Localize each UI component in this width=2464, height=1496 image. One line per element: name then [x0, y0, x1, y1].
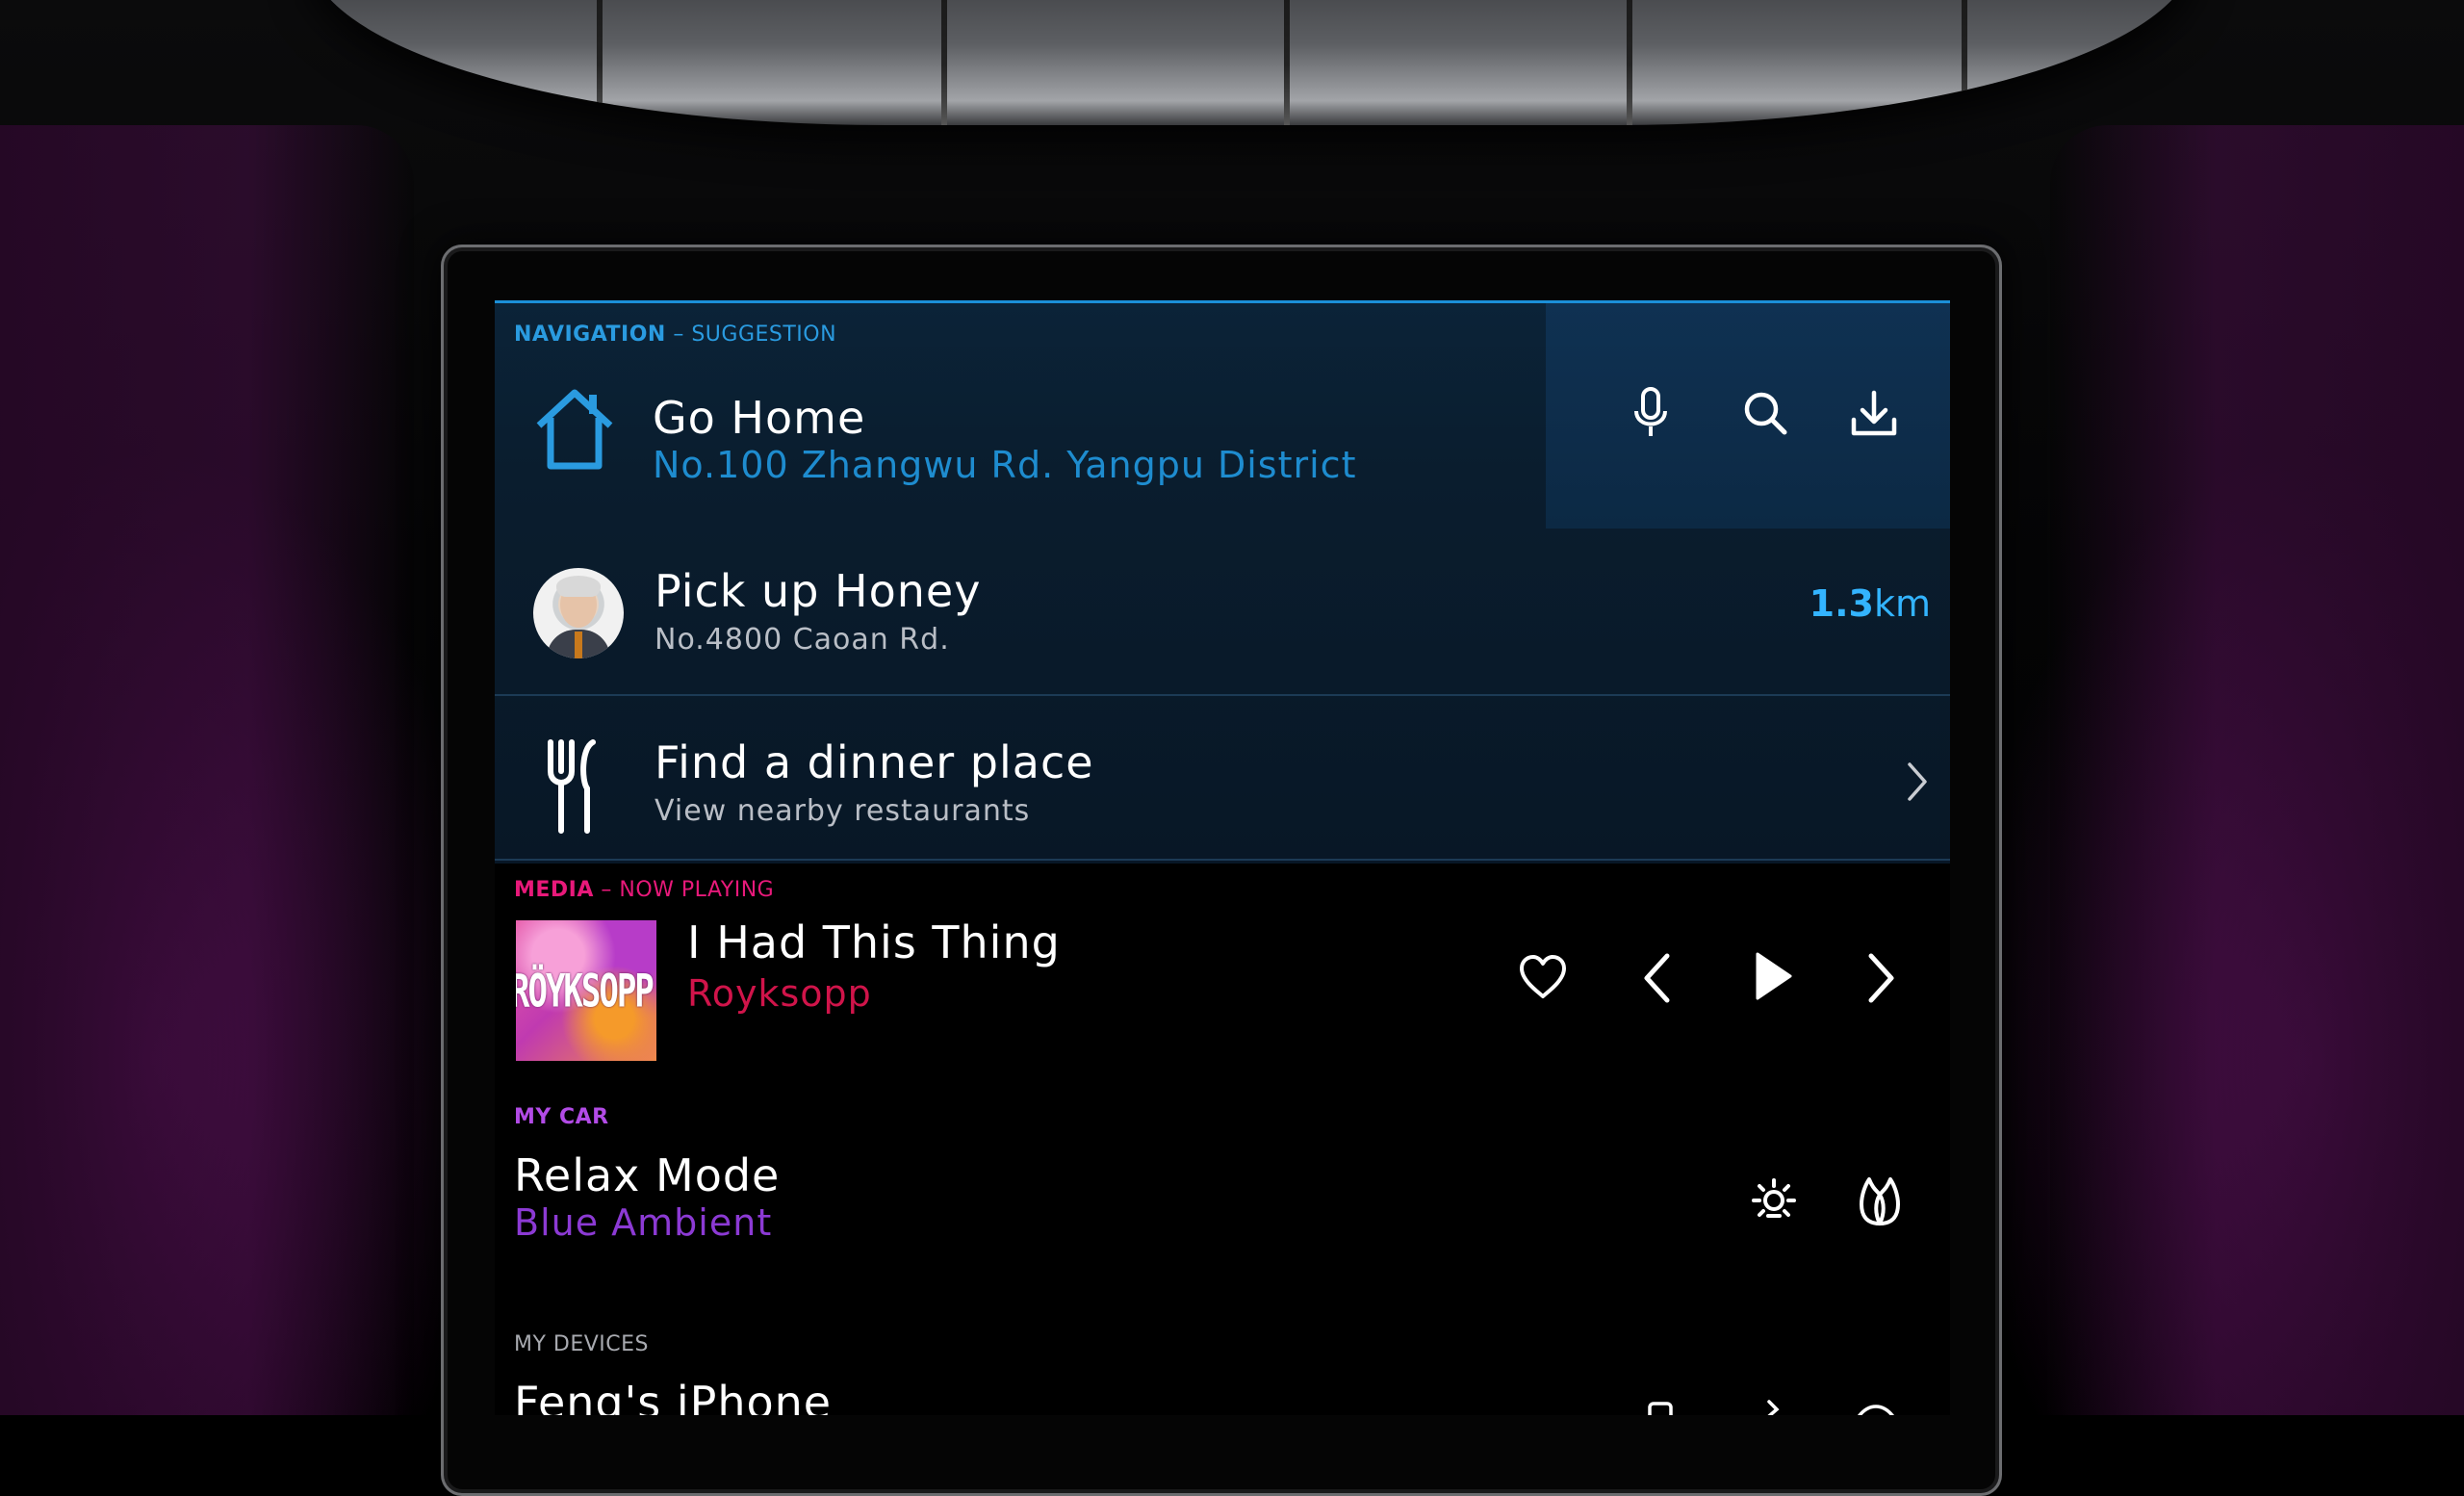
next-icon[interactable] [1865, 951, 1898, 1005]
my-car-label: MY CAR [514, 1105, 609, 1129]
car-mode-title: Relax Mode [514, 1149, 781, 1201]
distance-unit: km [1873, 582, 1931, 625]
distance-value: 1.3 [1809, 582, 1874, 625]
go-home-title: Go Home [653, 392, 866, 444]
previous-icon[interactable] [1640, 951, 1673, 1005]
pickup-title: Pick up Honey [654, 565, 982, 617]
car-ambient-subtitle: Blue Ambient [514, 1201, 773, 1244]
microphone-icon[interactable] [1629, 386, 1673, 440]
track-title: I Had This Thing [687, 916, 1061, 968]
fork-knife-icon [545, 738, 603, 835]
left-door-ambient-light [0, 125, 414, 1415]
right-door-ambient-light [2050, 125, 2464, 1415]
nav-card-bottom-border [495, 859, 1950, 861]
light-icon[interactable] [1748, 1176, 1800, 1228]
dinner-item[interactable]: Find a dinner place View nearby restaura… [495, 696, 1950, 864]
track-artist: Royksopp [687, 972, 872, 1015]
media-label: MEDIA [514, 878, 594, 902]
pickup-distance: 1.3km [1810, 582, 1931, 625]
device-name[interactable]: Feng's iPhone [514, 1377, 832, 1415]
house-icon [531, 380, 618, 477]
album-art[interactable]: RÖYKSOPP [516, 920, 656, 1061]
infotainment-screen: NAVIGATION – SUGGESTION Go Home No.100 Z… [495, 300, 1950, 1415]
go-home-item[interactable]: Go Home No.100 Zhangwu Rd. Yangpu Distri… [495, 342, 1546, 525]
scent-icon[interactable] [1856, 1174, 1904, 1228]
chevron-right-icon[interactable] [1904, 760, 1931, 804]
wifi-icon[interactable] [1852, 1398, 1900, 1415]
my-devices-label: MY DEVICES [514, 1332, 650, 1356]
search-icon[interactable] [1740, 388, 1790, 438]
play-icon[interactable] [1752, 949, 1796, 1003]
media-label-suffix: – NOW PLAYING [601, 878, 775, 902]
dinner-title: Find a dinner place [654, 736, 1094, 788]
bluetooth-icon[interactable] [1750, 1398, 1788, 1415]
download-icon[interactable] [1848, 388, 1900, 440]
media-section-label: MEDIA – NOW PLAYING [514, 878, 774, 902]
contact-avatar [533, 568, 624, 658]
heart-icon[interactable] [1517, 953, 1569, 1001]
phone-icon[interactable] [1644, 1400, 1677, 1415]
go-home-address: No.100 Zhangwu Rd. Yangpu District [653, 444, 1357, 486]
album-art-text: RÖYKSOPP [516, 965, 654, 1019]
pickup-address: No.4800 Caoan Rd. [654, 623, 950, 657]
dinner-subtitle: View nearby restaurants [654, 794, 1031, 828]
navigation-card: NAVIGATION – SUGGESTION Go Home No.100 Z… [495, 300, 1950, 864]
